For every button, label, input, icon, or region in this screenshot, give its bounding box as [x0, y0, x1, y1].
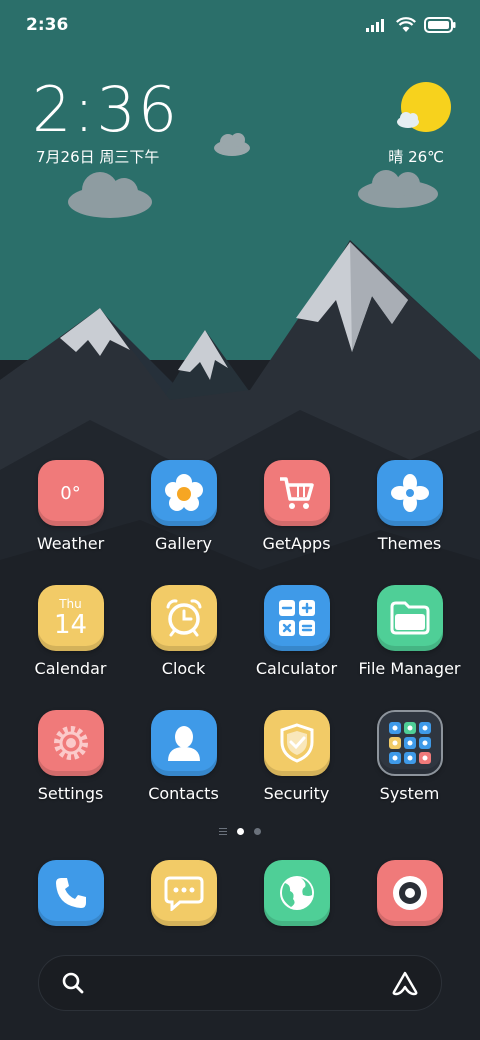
app-calendar[interactable]: Thu 14 Calendar [14, 585, 127, 710]
app-gallery[interactable]: Gallery [127, 460, 240, 585]
app-drawer-indicator[interactable] [219, 828, 227, 835]
calculator-glyph [278, 600, 315, 636]
calculator-icon[interactable] [263, 585, 330, 651]
gear-icon[interactable] [37, 710, 104, 776]
app-label: File Manager [358, 659, 461, 678]
folder-grid-glyph [388, 722, 431, 764]
alarm-clock-glyph [166, 599, 201, 637]
weather-icon[interactable]: 0° [37, 460, 104, 526]
app-settings[interactable]: Settings [14, 710, 127, 835]
cart-icon[interactable] [263, 460, 330, 526]
sunny-weather-icon [397, 82, 451, 132]
app-grid: 0° Weather Gallery GetApps Themes Thu 14… [14, 460, 466, 835]
app-calculator[interactable]: Calculator [240, 585, 353, 710]
app-file-manager[interactable]: File Manager [353, 585, 466, 710]
status-time: 2:36 [26, 15, 69, 35]
weather-temperature: 26℃ [408, 148, 444, 166]
dock-camera[interactable] [353, 860, 466, 926]
app-label: Weather [36, 534, 105, 553]
folder-icon[interactable] [376, 585, 443, 651]
app-label: Calendar [34, 659, 107, 678]
assistant-icon[interactable] [391, 970, 419, 996]
app-getapps[interactable]: GetApps [240, 460, 353, 585]
page-dot-current[interactable] [237, 828, 244, 835]
dock [14, 860, 466, 926]
signal-icon [366, 19, 384, 32]
app-row: Thu 14 Calendar Clock Calculator File Ma… [14, 585, 466, 710]
status-bar: 2:36 [0, 0, 480, 50]
app-themes[interactable]: Themes [353, 460, 466, 585]
search-bar[interactable] [38, 955, 442, 1011]
app-label: Calculator [255, 659, 338, 678]
app-label: Gallery [155, 534, 212, 553]
message-glyph [164, 876, 203, 911]
page-indicator [0, 828, 480, 835]
weather-icon-text: 0° [60, 482, 81, 504]
globe-glyph [279, 876, 314, 910]
calendar-icon[interactable]: Thu 14 [37, 585, 104, 651]
app-label: System [379, 784, 440, 803]
app-label: Contacts [148, 784, 219, 803]
flower-glyph [164, 474, 203, 511]
message-icon[interactable] [150, 860, 217, 926]
app-label: GetApps [262, 534, 331, 553]
dock-messages[interactable] [127, 860, 240, 926]
cart-glyph [279, 477, 314, 509]
app-label: Clock [161, 659, 206, 678]
dock-phone[interactable] [14, 860, 127, 926]
search-icon[interactable] [61, 971, 85, 995]
person-icon[interactable] [150, 710, 217, 776]
phone-icon[interactable] [37, 860, 104, 926]
app-row: 0° Weather Gallery GetApps Themes [14, 460, 466, 585]
battery-icon [424, 17, 456, 33]
globe-icon[interactable] [263, 860, 330, 926]
person-glyph [167, 726, 200, 761]
app-security[interactable]: Security [240, 710, 353, 835]
page-dot[interactable] [254, 828, 261, 835]
shield-glyph [280, 723, 313, 763]
camera-icon[interactable] [376, 860, 443, 926]
widget-date: 7月26日 周三下午 [36, 148, 160, 166]
app-clock[interactable]: Clock [127, 585, 240, 710]
folder-glyph [390, 601, 429, 635]
app-system-folder[interactable]: System [353, 710, 466, 835]
petal-glyph [390, 474, 429, 512]
app-contacts[interactable]: Contacts [127, 710, 240, 835]
app-label: Security [263, 784, 330, 803]
phone-glyph [55, 878, 86, 908]
folder-grid-icon[interactable] [376, 710, 443, 776]
alarm-clock-icon[interactable] [150, 585, 217, 651]
dock-browser[interactable] [240, 860, 353, 926]
app-weather[interactable]: 0° Weather [14, 460, 127, 585]
shield-icon[interactable] [263, 710, 330, 776]
camera-glyph [392, 876, 427, 910]
widget-time: 2:36 [32, 73, 180, 146]
status-icons [366, 17, 456, 33]
wifi-icon [396, 17, 416, 32]
calendar-day-name: Thu [59, 597, 82, 611]
weather-widget[interactable]: 晴 26℃ [388, 80, 451, 167]
petal-icon[interactable] [376, 460, 443, 526]
app-label: Themes [377, 534, 442, 553]
weather-condition: 晴 [388, 148, 404, 166]
flower-icon[interactable] [150, 460, 217, 526]
calendar-day-number: 14 [53, 610, 88, 640]
app-row: Settings Contacts Security System [14, 710, 466, 835]
gear-glyph [53, 726, 88, 760]
app-label: Settings [37, 784, 104, 803]
clock-widget[interactable]: 2:36 7月26日 周三下午 [32, 78, 179, 167]
weather-text: 晴 26℃ [388, 146, 444, 167]
